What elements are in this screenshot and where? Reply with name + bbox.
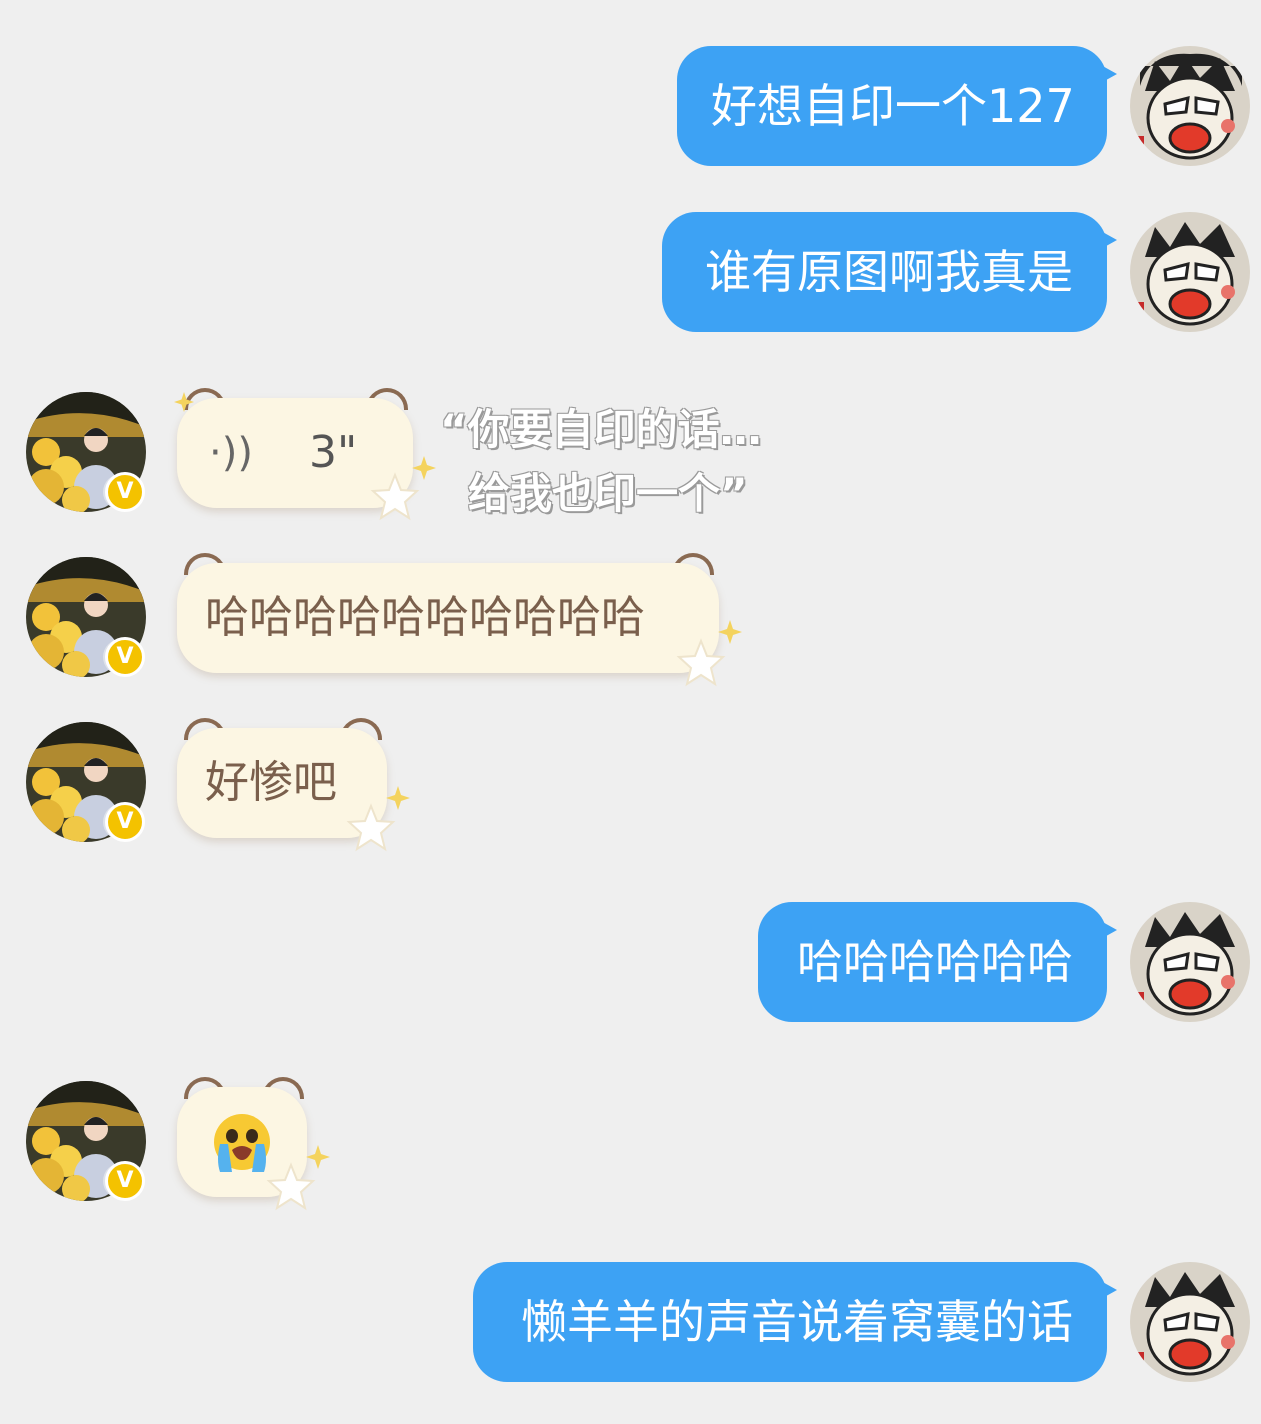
message-text: 哈哈哈哈哈哈 <box>797 935 1073 989</box>
sparkle-icon <box>306 1145 330 1169</box>
outgoing-message-bubble[interactable]: 好想自印一个127 <box>677 46 1117 166</box>
message-text: 哈哈哈哈哈哈哈哈哈哈 <box>205 592 645 643</box>
overlay-caption-line1: “你要自印的话… <box>440 405 762 454</box>
verified-badge: V <box>105 472 145 512</box>
message-text: 谁有原图啊我真是 <box>705 245 1073 299</box>
verified-badge: V <box>105 1161 145 1201</box>
overlay-caption-line2: 给我也印一个” <box>468 469 748 518</box>
my-avatar[interactable] <box>1130 46 1250 166</box>
outgoing-message-bubble[interactable]: 懒羊羊的声音说着窝囊的话 <box>473 1262 1117 1382</box>
sparkle-icon <box>412 456 436 480</box>
verified-badge: V <box>105 802 145 842</box>
cartoon-face-avatar-icon <box>1130 46 1250 166</box>
cartoon-face-avatar-icon <box>1130 212 1250 332</box>
crying-face-emoji-icon <box>214 1114 270 1172</box>
sparkle-icon <box>718 620 742 644</box>
incoming-message-bubble[interactable]: 好惨吧 <box>177 728 387 838</box>
my-avatar[interactable] <box>1130 1262 1250 1382</box>
voice-message-bubble[interactable]: ·)) 3" <box>177 398 413 508</box>
message-text: 好惨吧 <box>205 757 337 808</box>
cartoon-face-avatar-icon <box>1130 902 1250 1022</box>
sparkle-icon <box>386 786 410 810</box>
my-avatar[interactable] <box>1130 212 1250 332</box>
message-text: 懒羊羊的声音说着窝囊的话 <box>521 1295 1073 1349</box>
outgoing-message-bubble[interactable]: 谁有原图啊我真是 <box>662 212 1117 332</box>
cartoon-face-avatar-icon <box>1130 1262 1250 1382</box>
verified-badge: V <box>105 637 145 677</box>
my-avatar[interactable] <box>1130 902 1250 1022</box>
message-text: 好想自印一个127 <box>711 79 1075 133</box>
outgoing-message-bubble[interactable]: 哈哈哈哈哈哈 <box>758 902 1117 1022</box>
voice-wave-icon: ·)) <box>209 430 253 476</box>
incoming-message-bubble[interactable]: 哈哈哈哈哈哈哈哈哈哈 <box>177 563 719 673</box>
incoming-emoji-bubble[interactable]: 😭 <box>177 1087 307 1197</box>
voice-duration: 3" <box>309 427 358 478</box>
